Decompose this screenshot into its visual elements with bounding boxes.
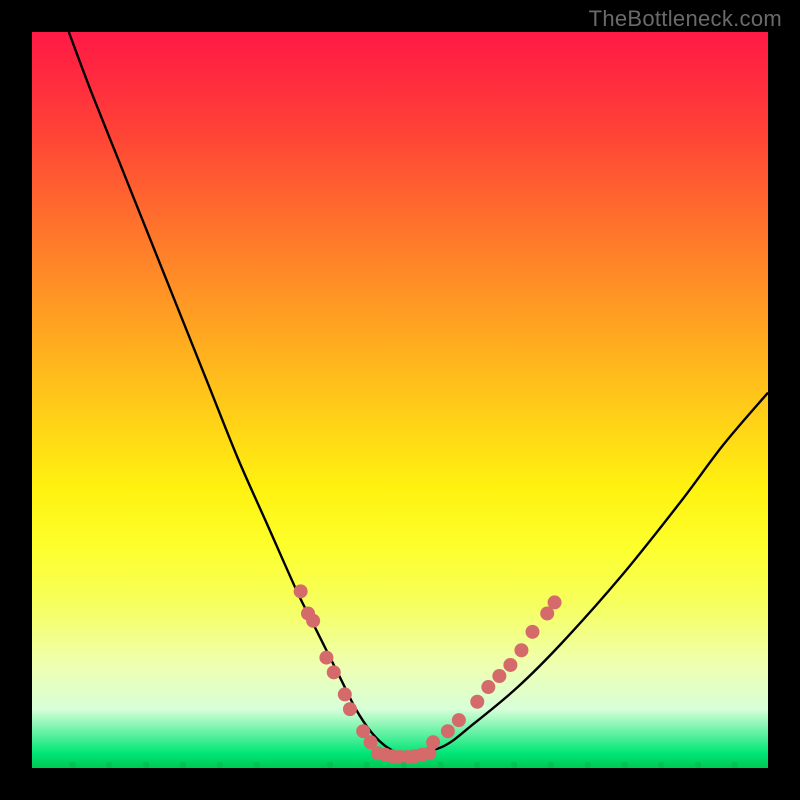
baseline-nub: [437, 762, 443, 768]
data-marker: [492, 669, 506, 683]
data-marker: [525, 625, 539, 639]
baseline-nub: [585, 762, 591, 768]
bottom-nubs: [69, 762, 737, 768]
data-marker: [441, 724, 455, 738]
data-marker: [503, 658, 517, 672]
baseline-nub: [106, 762, 112, 768]
data-marker: [306, 614, 320, 628]
baseline-nub: [180, 762, 186, 768]
bottleneck-curve: [69, 32, 768, 754]
markers-right-group: [426, 595, 561, 749]
baseline-nub: [327, 762, 333, 768]
baseline-nub: [401, 762, 407, 768]
baseline-nub: [732, 762, 738, 768]
data-marker: [338, 687, 352, 701]
data-marker: [343, 702, 357, 716]
baseline-nub: [621, 762, 627, 768]
baseline-nub: [548, 762, 554, 768]
markers-left-group: [294, 584, 378, 749]
watermark-text: TheBottleneck.com: [589, 6, 782, 32]
baseline-nub: [253, 762, 259, 768]
data-marker: [294, 584, 308, 598]
data-marker: [327, 665, 341, 679]
baseline-nub: [511, 762, 517, 768]
baseline-nub: [658, 762, 664, 768]
data-marker: [422, 746, 436, 760]
baseline-nub: [695, 762, 701, 768]
data-marker: [548, 595, 562, 609]
baseline-nub: [217, 762, 223, 768]
baseline-nub: [364, 762, 370, 768]
data-marker: [514, 643, 528, 657]
data-marker: [319, 651, 333, 665]
data-marker: [470, 695, 484, 709]
baseline-nub: [474, 762, 480, 768]
plot-area: [32, 32, 768, 768]
data-marker: [452, 713, 466, 727]
baseline-nub: [143, 762, 149, 768]
markers-bottom-group: [371, 746, 437, 764]
chart-svg: [32, 32, 768, 768]
baseline-nub: [69, 762, 75, 768]
data-marker: [481, 680, 495, 694]
